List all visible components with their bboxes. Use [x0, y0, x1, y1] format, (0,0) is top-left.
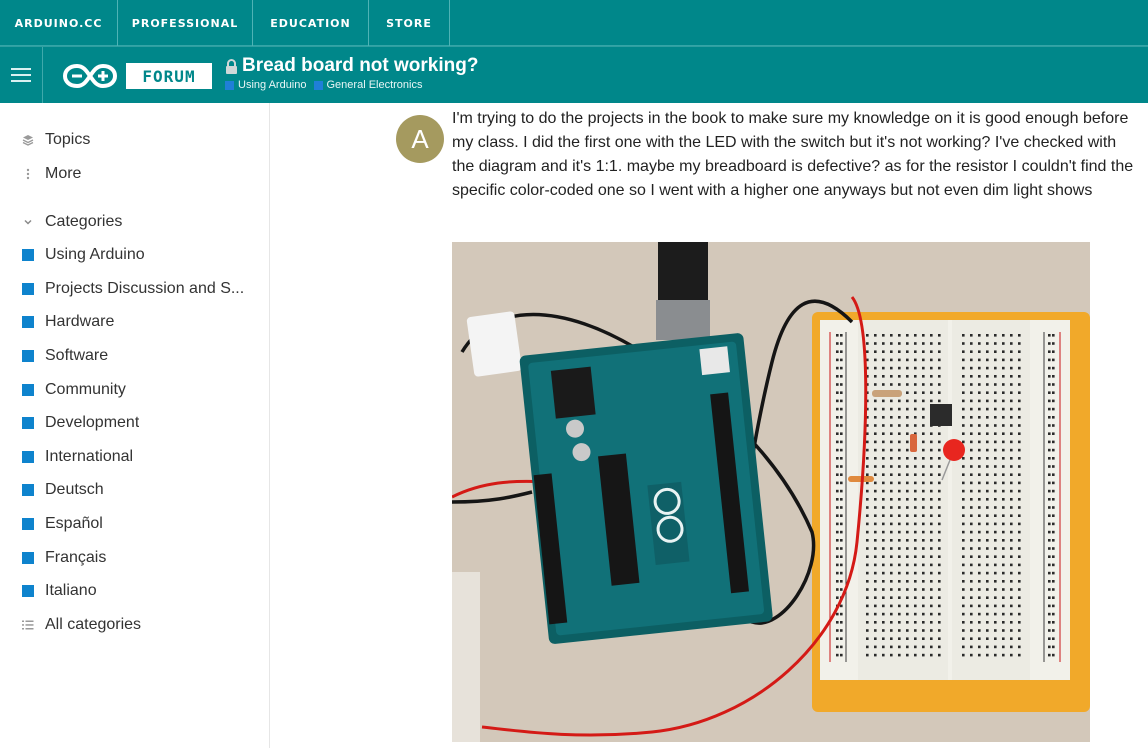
sidebar-item-all-categories[interactable]: All categories [22, 616, 141, 634]
chevron-down-icon [22, 216, 34, 228]
categories-section-toggle[interactable]: Categories [22, 213, 122, 231]
sidebar-category-item[interactable]: Français [22, 549, 106, 567]
post-image-arduino-breadboard[interactable] [452, 242, 1090, 742]
category-color-square [22, 283, 34, 295]
sidebar-category-label: International [45, 448, 134, 465]
hamburger-line [11, 68, 31, 70]
hamburger-line [11, 74, 31, 76]
category-color-square [22, 451, 34, 463]
breadcrumb-label: Using Arduino [238, 79, 307, 91]
sidebar-category-item[interactable]: Hardware [22, 313, 114, 331]
top-navigation: ARDUINO.CC PROFESSIONAL EDUCATION STORE [0, 0, 1148, 46]
sidebar-category-label: Français [45, 549, 107, 566]
lock-icon [226, 59, 237, 74]
category-color-square [22, 316, 34, 328]
sidebar-category-item[interactable]: Italiano [22, 582, 97, 600]
categories-heading: Categories [45, 213, 123, 230]
avatar[interactable]: A [396, 115, 444, 163]
forum-header: FORUM Bread board not working? Using Ard… [0, 46, 1148, 103]
sidebar-category-item[interactable]: Community [22, 381, 126, 399]
breadcrumb-general-electronics[interactable]: General Electronics [313, 79, 423, 91]
category-color-square [22, 417, 34, 429]
sidebar-category-label: Using Arduino [45, 246, 145, 263]
sidebar: Topics More Categories Using Arduino Pro… [0, 103, 270, 748]
category-color-square [22, 552, 34, 564]
sidebar-category-item[interactable]: Projects Discussion and S... [22, 280, 244, 298]
category-color-square [22, 350, 34, 362]
breadcrumb: Using Arduino General Electronics [225, 79, 430, 91]
arduino-logo-icon[interactable] [62, 63, 118, 89]
topic-title[interactable]: Bread board not working? [242, 55, 478, 77]
sidebar-category-item[interactable]: Español [22, 515, 103, 533]
sidebar-category-label: Software [45, 347, 109, 364]
sidebar-category-label: Development [45, 414, 140, 431]
sidebar-category-item[interactable]: Software [22, 347, 108, 365]
sidebar-category-label: Español [45, 515, 103, 532]
sidebar-item-label: More [45, 165, 82, 182]
sidebar-category-label: Hardware [45, 313, 115, 330]
hamburger-menu-button[interactable] [0, 47, 43, 103]
sidebar-item-label: All categories [45, 616, 142, 633]
sidebar-category-item[interactable]: Development [22, 414, 139, 432]
hamburger-line [11, 80, 31, 82]
sidebar-item-topics[interactable]: Topics [22, 131, 90, 149]
forum-badge[interactable]: FORUM [126, 63, 212, 89]
layers-icon [22, 134, 34, 146]
category-color-square [22, 249, 34, 261]
arduino-breadboard-photo [452, 242, 1090, 742]
breadcrumb-using-arduino[interactable]: Using Arduino [225, 79, 307, 91]
category-color-square [225, 80, 234, 90]
vertical-ellipsis-icon [22, 168, 34, 180]
sidebar-category-item[interactable]: Using Arduino [22, 246, 145, 264]
category-color-square [22, 384, 34, 396]
nav-education[interactable]: EDUCATION [253, 0, 369, 46]
breadcrumb-label: General Electronics [326, 79, 423, 91]
nav-professional[interactable]: PROFESSIONAL [118, 0, 253, 46]
list-icon [22, 619, 34, 631]
category-color-square [22, 484, 34, 496]
sidebar-item-more[interactable]: More [22, 165, 81, 183]
sidebar-item-label: Topics [45, 131, 91, 148]
nav-arduino-cc[interactable]: ARDUINO.CC [0, 0, 118, 46]
sidebar-category-label: Italiano [45, 582, 97, 599]
category-color-square [22, 585, 34, 597]
sidebar-category-item[interactable]: Deutsch [22, 481, 104, 499]
nav-store[interactable]: STORE [369, 0, 450, 46]
sidebar-category-item[interactable]: International [22, 448, 133, 466]
post-body-text: I'm trying to do the projects in the boo… [452, 110, 1134, 199]
category-color-square [313, 80, 323, 90]
sidebar-category-label: Deutsch [45, 481, 104, 498]
category-color-square [22, 518, 34, 530]
sidebar-category-label: Community [45, 381, 126, 398]
sidebar-category-label: Projects Discussion and S... [45, 280, 245, 297]
